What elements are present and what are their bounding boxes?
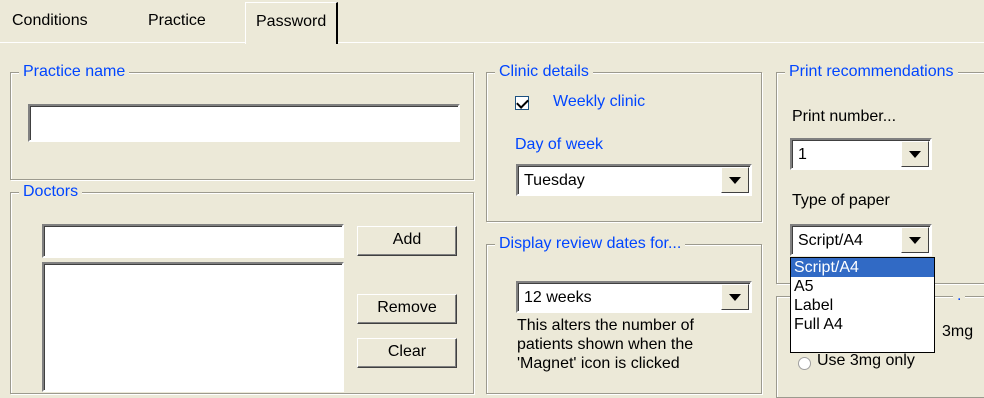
review-dates-legend: Display review dates for...: [495, 234, 686, 254]
paper-option-label[interactable]: Label: [791, 296, 934, 315]
chevron-down-icon[interactable]: [721, 284, 749, 310]
review-help-line-1: This alters the number of: [517, 317, 694, 334]
tab-strip-line: [0, 42, 984, 43]
chevron-down-icon[interactable]: [721, 167, 749, 193]
dose-legend: .: [953, 286, 966, 306]
practice-name-input[interactable]: [28, 104, 460, 142]
review-help-line-3: 'Magnet' icon is clicked: [517, 355, 680, 372]
chevron-down-icon[interactable]: [901, 141, 929, 167]
clear-button[interactable]: Clear: [357, 338, 457, 368]
paper-option-a5[interactable]: A5: [791, 277, 934, 296]
remove-button[interactable]: Remove: [357, 294, 457, 324]
review-period-select[interactable]: 12 weeks: [516, 281, 752, 313]
day-of-week-value: Tuesday: [524, 172, 585, 189]
clinic-details-legend: Clinic details: [495, 62, 593, 82]
review-help-line-2: patients shown when the: [517, 336, 694, 353]
print-recommendations-legend: Print recommendations: [785, 62, 958, 82]
paper-type-dropdown-list[interactable]: Script/A4 A5 Label Full A4: [790, 257, 935, 353]
tab-conditions[interactable]: Conditions: [0, 0, 100, 42]
day-of-week-select[interactable]: Tuesday: [516, 164, 752, 196]
chevron-down-icon[interactable]: [901, 227, 929, 253]
day-of-week-label: Day of week: [515, 136, 604, 153]
weekly-clinic-checkbox[interactable]: [515, 96, 529, 110]
doctor-name-input[interactable]: [42, 224, 344, 258]
weekly-clinic-label[interactable]: Weekly clinic: [553, 93, 645, 111]
practice-name-legend: Practice name: [19, 62, 130, 82]
type-of-paper-value: Script/A4: [798, 232, 863, 249]
use-3mg-only-radio[interactable]: [798, 357, 811, 370]
dose-3mg-partial-label: 3mg: [942, 323, 974, 340]
review-period-value: 12 weeks: [524, 289, 592, 306]
doctors-legend: Doctors: [19, 182, 83, 202]
use-3mg-only-label[interactable]: Use 3mg only: [817, 352, 915, 370]
print-number-select[interactable]: 1: [790, 138, 932, 170]
print-number-label: Print number...: [792, 108, 897, 125]
type-of-paper-select[interactable]: Script/A4: [790, 224, 932, 256]
doctors-list[interactable]: [42, 262, 344, 392]
tab-password[interactable]: Password: [245, 2, 339, 44]
type-of-paper-label: Type of paper: [792, 192, 890, 209]
add-button[interactable]: Add: [357, 226, 457, 256]
print-number-value: 1: [798, 146, 807, 163]
tab-practice[interactable]: Practice: [136, 0, 218, 42]
paper-option-full-a4[interactable]: Full A4: [791, 315, 934, 334]
paper-option-script-a4[interactable]: Script/A4: [791, 258, 934, 277]
